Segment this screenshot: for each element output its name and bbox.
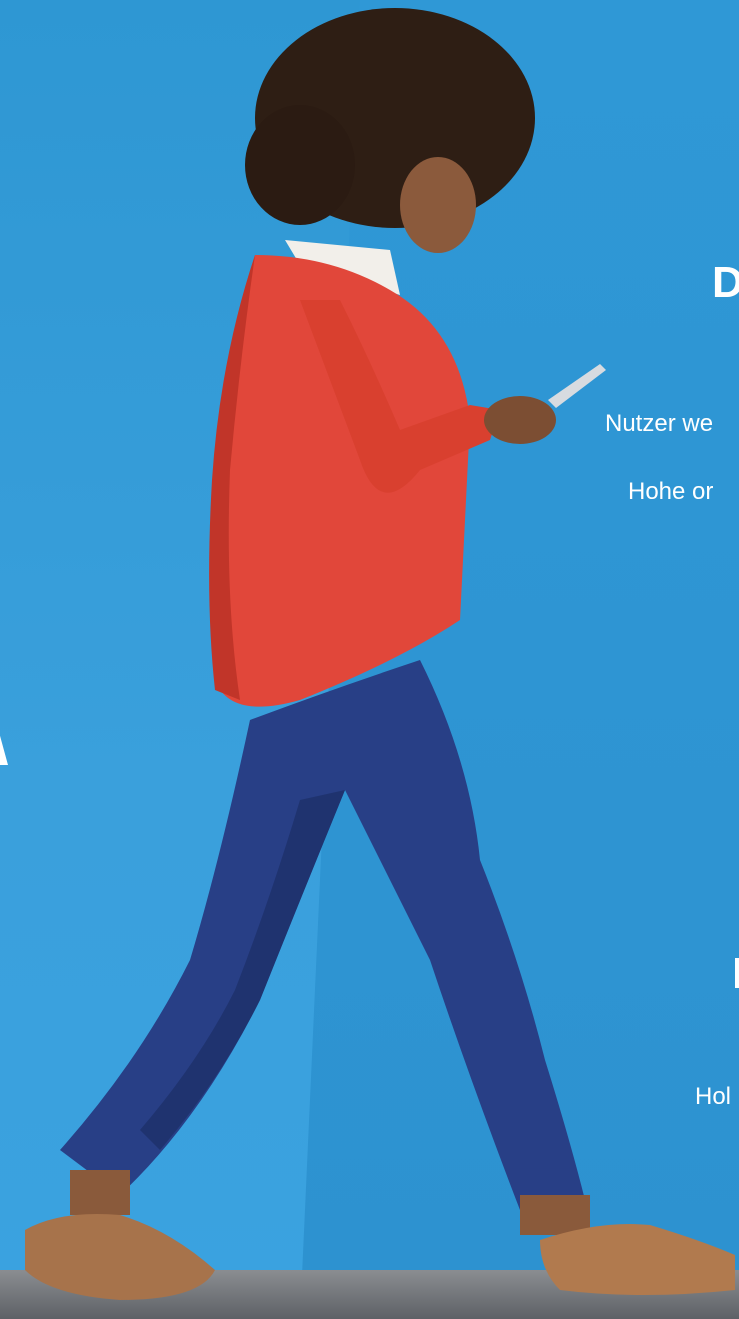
partial-glyph bbox=[735, 958, 739, 988]
big-letter-shape bbox=[0, 735, 8, 765]
body-line-3: Hol bbox=[695, 1083, 732, 1110]
body-line-2: Hohe or bbox=[628, 478, 714, 505]
headline-text: D bbox=[712, 258, 739, 307]
body-line-1: Nutzer we bbox=[605, 410, 714, 437]
walking-woman-illustration bbox=[25, 8, 735, 1300]
photo-scene bbox=[0, 0, 739, 1319]
